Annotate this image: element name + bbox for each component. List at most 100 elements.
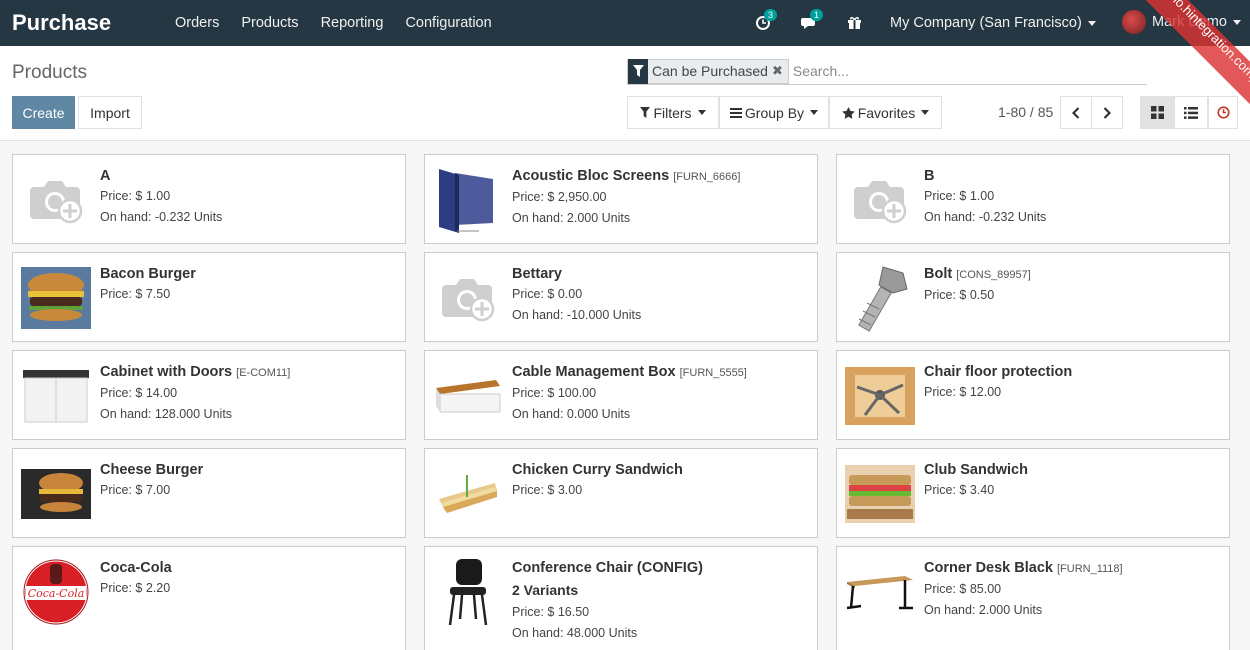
product-name-text: Corner Desk Black [924,560,1053,576]
product-name: A [100,167,397,185]
app-name[interactable]: Purchase [12,10,175,36]
product-image: Coca-Cola [21,557,91,627]
activity-view-button[interactable] [1208,96,1238,129]
top-navbar: Purchase Orders Products Reporting Confi… [0,0,1250,46]
product-name: Bettary [512,265,809,283]
menu-reporting[interactable]: Reporting [321,15,384,31]
product-price: Price: $ 85.00 [924,582,1002,596]
product-name-text: Cabinet with Doors [100,364,233,380]
product-code: [CONS_89957] [956,269,1031,281]
list-view-button[interactable] [1174,96,1208,129]
groupby-button[interactable]: Group By [719,96,829,129]
product-price: Price: $ 100.00 [512,386,597,400]
product-name-text: B [924,168,935,184]
product-name: Coca-Cola [100,559,397,577]
product-image [21,263,91,333]
chevron-left-icon [1072,106,1080,119]
product-variants: 2 Variants [512,582,579,598]
card-body: Chair floor protection Price: $ 12.00 [924,363,1221,402]
product-card[interactable]: Corner Desk Black [FURN_1118] Price: $ 85… [836,546,1230,650]
product-name-text: Bolt [924,266,953,282]
product-card[interactable]: Cheese Burger Price: $ 7.00 [12,448,406,538]
pager-next-button[interactable] [1091,96,1123,129]
gift-icon[interactable] [847,15,863,31]
product-name-text: Conference Chair (CONFIG) [512,560,703,576]
company-name: My Company (San Francisco) [890,15,1082,31]
product-name-text: Acoustic Bloc Screens [512,168,670,184]
product-price: Price: $ 1.00 [100,189,171,203]
import-button[interactable]: Import [78,96,142,129]
product-card[interactable]: Acoustic Bloc Screens [FURN_6666] Price: … [424,154,818,244]
product-name-text: Coca-Cola [100,560,172,576]
messages-icon[interactable]: 1 [801,9,824,31]
filters-button[interactable]: Filters [627,96,719,129]
product-price: Price: $ 2.20 [100,581,171,595]
product-card[interactable]: B Price: $ 1.00 On hand: -0.232 Units [836,154,1230,244]
product-price: Price: $ 0.00 [512,287,583,301]
product-card[interactable]: Chair floor protection Price: $ 12.00 [836,350,1230,440]
company-switcher[interactable]: My Company (San Francisco) [890,15,1096,31]
product-image [21,361,91,431]
systray: 3 1 My Company (San Francisco) [755,0,1096,46]
product-onhand: On hand: 128.000 Units [100,407,233,421]
filter-facet: Can be Purchased ✖ [627,58,789,84]
product-card[interactable]: Bolt [CONS_89957] Price: $ 0.50 [836,252,1230,342]
product-name: Cable Management Box [FURN_5555] [512,363,809,382]
product-card[interactable]: Conference Chair (CONFIG) 2 Variants Price… [424,546,818,650]
product-price: Price: $ 14.00 [100,386,178,400]
menu-configuration[interactable]: Configuration [405,15,491,31]
product-card[interactable]: Cabinet with Doors [E-COM11] Price: $ 14.… [12,350,406,440]
chevron-down-icon [921,110,930,115]
card-body: Bacon Burger Price: $ 7.50 [100,265,397,304]
user-menu[interactable]: Mark Demo [1122,10,1241,34]
product-onhand: On hand: -10.000 Units [512,308,642,322]
activity-clock-icon[interactable]: 3 [755,9,778,31]
product-image [845,459,915,529]
product-onhand: On hand: 2.000 Units [924,603,1043,617]
product-name: Chair floor protection [924,363,1221,381]
product-name-text: Club Sandwich [924,462,1028,478]
product-name-text: Chair floor protection [924,364,1073,380]
card-body: Bettary Price: $ 0.00 On hand: -10.000 Uni… [512,265,809,325]
menu-products[interactable]: Products [241,15,298,31]
product-card[interactable]: Bacon Burger Price: $ 7.50 [12,252,406,342]
kanban-view-button[interactable] [1140,96,1174,129]
product-name-text: Cheese Burger [100,462,204,478]
card-body: Conference Chair (CONFIG) 2 Variants Price… [512,559,809,643]
product-card[interactable]: A Price: $ 1.00 On hand: -0.232 Units [12,154,406,244]
product-price: Price: $ 7.50 [100,287,171,301]
chevron-right-icon [1103,106,1111,119]
list-lines-icon [729,107,742,118]
product-name-text: Chicken Curry Sandwich [512,462,683,478]
product-image [21,459,91,529]
placeholder-camera-icon [845,165,915,235]
product-name: Corner Desk Black [FURN_1118] [924,559,1221,578]
product-card[interactable]: Coca-Cola Coca-Cola Price: $ 2.20 [12,546,406,650]
product-name: Club Sandwich [924,461,1221,479]
placeholder-camera-icon [21,165,91,235]
product-card[interactable]: Cable Management Box [FURN_5555] Price: $… [424,350,818,440]
product-image [433,361,503,431]
pager-value[interactable]: 1-80 / 85 [998,104,1053,120]
product-price: Price: $ 3.40 [924,483,995,497]
activity-badge: 3 [764,9,778,21]
product-card[interactable]: Chicken Curry Sandwich Price: $ 3.00 [424,448,818,538]
card-body: Corner Desk Black [FURN_1118] Price: $ 85… [924,559,1221,620]
menu-orders[interactable]: Orders [175,15,219,31]
product-name: B [924,167,1221,185]
create-button[interactable]: Create [12,96,75,129]
chevron-down-icon [810,110,819,115]
card-body: Acoustic Bloc Screens [FURN_6666] Price: … [512,167,809,228]
chevron-down-icon [1087,20,1096,26]
product-onhand: On hand: -0.232 Units [100,210,223,224]
product-code: [FURN_6666] [673,171,741,183]
product-card[interactable]: Bettary Price: $ 0.00 On hand: -10.000 Uni… [424,252,818,342]
user-name: Mark Demo [1152,14,1227,30]
facet-label: Can be Purchased [652,63,768,79]
filter-icon [628,58,648,84]
search-input[interactable] [792,63,1093,79]
favorites-button[interactable]: Favorites [829,96,942,129]
pager-previous-button[interactable] [1060,96,1092,129]
product-card[interactable]: Club Sandwich Price: $ 3.40 [836,448,1230,538]
remove-facet-icon[interactable]: ✖ [772,63,788,79]
